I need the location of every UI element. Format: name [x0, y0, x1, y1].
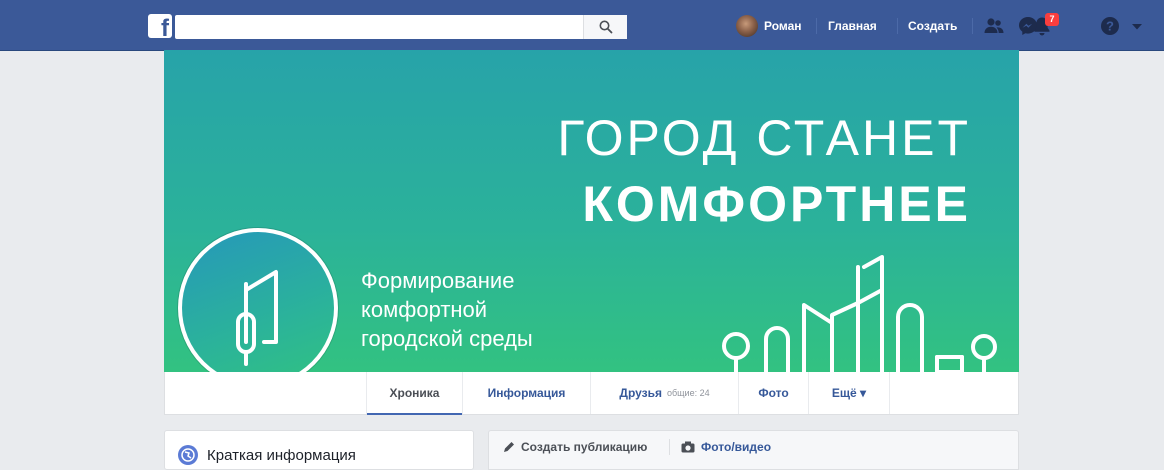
nav-divider: [897, 18, 898, 34]
help-icon[interactable]: ?: [1099, 15, 1121, 37]
search-box: [175, 15, 627, 39]
cover-subtitle-line: городской среды: [361, 326, 533, 351]
cover-headline-line1: ГОРОД СТАНЕТ: [557, 110, 971, 166]
tab-label: Информация: [487, 386, 566, 400]
facebook-logo-letter: f: [161, 15, 169, 39]
create-link[interactable]: Создать: [908, 19, 957, 33]
search-button[interactable]: [583, 15, 627, 39]
photo-video-button[interactable]: Фото/видео: [681, 440, 771, 454]
tab-more[interactable]: Ещё ▾: [808, 372, 890, 414]
composer-divider: [669, 439, 670, 455]
intro-globe-icon: [178, 445, 198, 465]
friends-mutual-count: общие: 24: [666, 388, 710, 398]
profile-name: Роман: [764, 19, 802, 33]
pencil-icon: [504, 442, 514, 452]
profile-tabs: Хроника Информация Друзья общие: 24 Фото …: [164, 372, 1019, 415]
profile-link[interactable]: Роман: [736, 14, 802, 38]
nav-divider: [816, 18, 817, 34]
cover-subtitle-line: комфортной: [361, 297, 488, 322]
avatar: [736, 15, 758, 37]
top-navigation-bar: f Роман Главная Создать 7 ?: [0, 0, 1164, 51]
account-menu-icon[interactable]: [1126, 15, 1148, 37]
cover-subtitle: Формирование комфортной городской среды: [361, 266, 533, 353]
facebook-logo[interactable]: f: [148, 14, 172, 38]
create-post-button[interactable]: Создать публикацию: [503, 440, 647, 454]
tab-label: Фото: [758, 386, 789, 400]
tab-friends[interactable]: Друзья общие: 24: [590, 372, 738, 414]
tab-label: Друзья: [619, 386, 662, 400]
photo-video-label: Фото/видео: [701, 440, 772, 454]
tab-timeline[interactable]: Хроника: [366, 372, 462, 415]
profile-picture-logo: [182, 232, 334, 384]
tab-photos[interactable]: Фото: [738, 372, 808, 414]
tab-label: Ещё ▾: [831, 386, 867, 400]
create-post-label: Создать публикацию: [521, 440, 648, 454]
door-logo-icon: [236, 270, 278, 366]
intro-card: Краткая информация: [164, 430, 474, 470]
search-input[interactable]: [175, 15, 580, 39]
tab-about[interactable]: Информация: [462, 372, 590, 414]
nav-divider: [972, 18, 973, 34]
svg-text:?: ?: [1106, 19, 1114, 34]
camera-icon: [681, 441, 695, 453]
city-skyline-illustration: [722, 255, 997, 372]
intro-title: Краткая информация: [207, 447, 356, 464]
post-composer: Создать публикацию Фото/видео: [488, 430, 1019, 470]
cover-headline-line2: КОМФОРТНЕЕ: [582, 176, 971, 232]
cover-subtitle-line: Формирование: [361, 268, 515, 293]
tab-label: Хроника: [389, 386, 440, 400]
friend-requests-icon[interactable]: [983, 15, 1005, 37]
profile-picture[interactable]: [178, 228, 338, 388]
search-icon: [599, 20, 613, 34]
notifications-badge: 7: [1045, 13, 1059, 26]
home-link[interactable]: Главная: [828, 19, 877, 33]
